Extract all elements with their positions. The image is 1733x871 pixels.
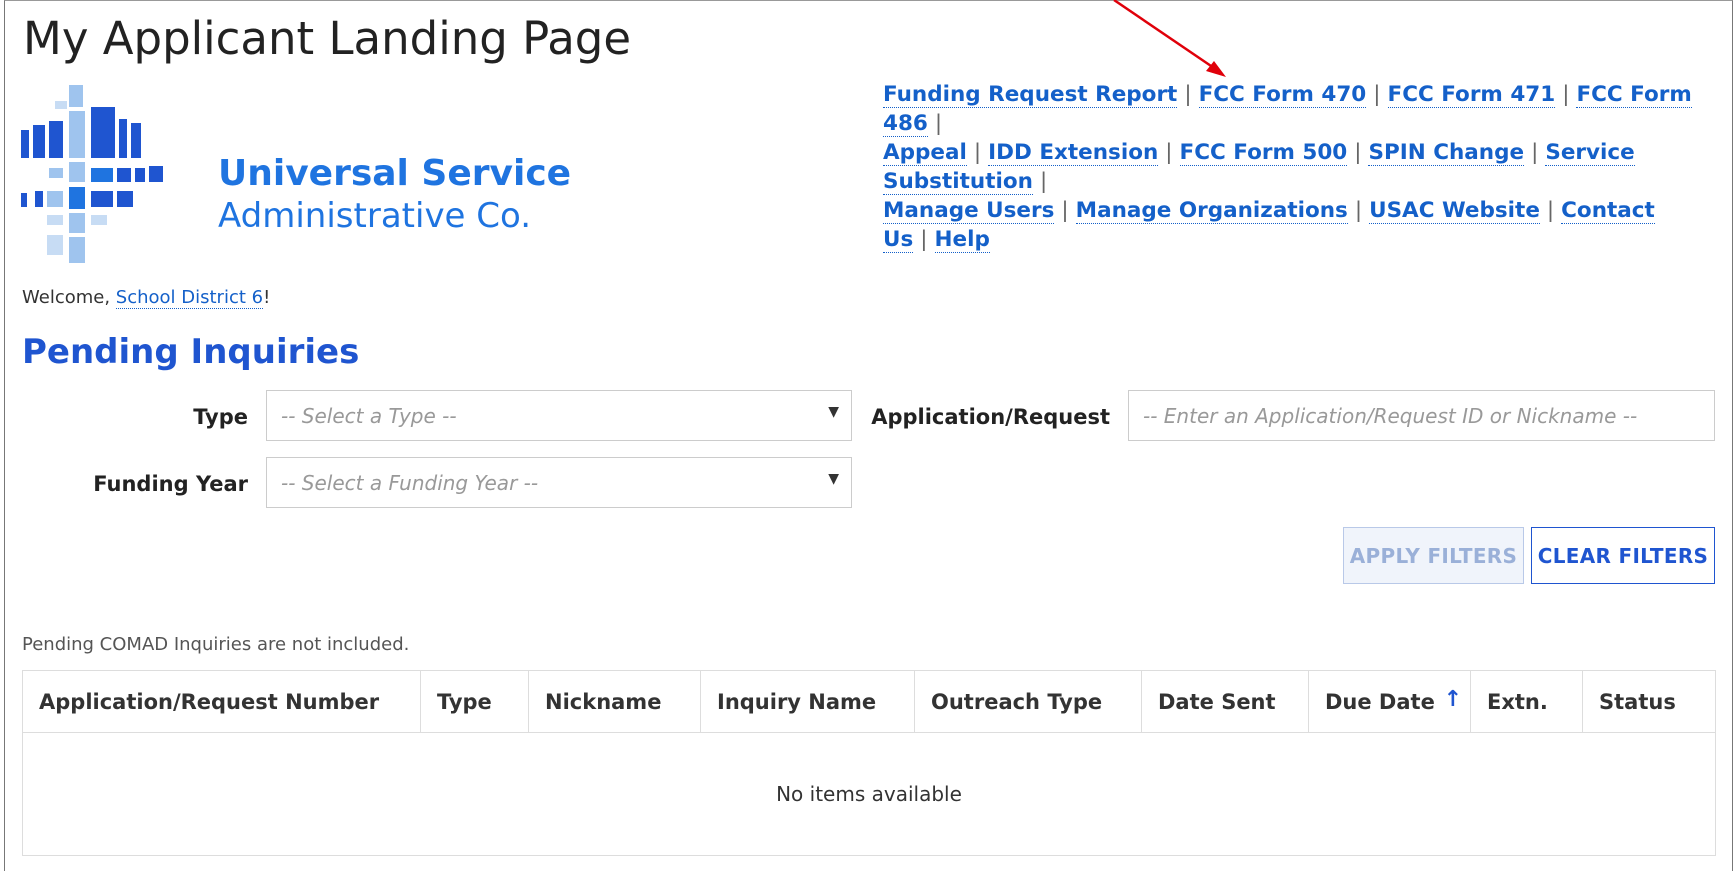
separator: | [920,227,928,252]
table-header: Application/Request Number Type Nickname… [23,671,1715,733]
welcome-suffix: ! [263,287,271,308]
link-idd-extension[interactable]: IDD Extension [988,140,1159,166]
application-request-placeholder: -- Enter an Application/Request ID or Ni… [1143,404,1638,428]
logo-text-line1: Universal Service [218,153,572,194]
separator: | [1531,140,1539,165]
column-header-date-sent[interactable]: Date Sent [1142,671,1309,733]
link-funding-request-report[interactable]: Funding Request Report [883,82,1178,108]
link-manage-users[interactable]: Manage Users [883,198,1055,224]
separator: | [1184,82,1192,107]
column-header-extn[interactable]: Extn. [1471,671,1583,733]
link-help[interactable]: Help [934,227,990,253]
separator: | [1165,140,1173,165]
logo-text-line2: Administrative Co. [218,196,532,236]
column-header-due-date[interactable]: Due Date ↑ [1309,671,1471,733]
link-fcc-form-470[interactable]: FCC Form 470 [1198,82,1367,108]
column-header-type[interactable]: Type [421,671,529,733]
clear-filters-button[interactable]: CLEAR FILTERS [1531,527,1715,584]
column-header-status[interactable]: Status [1583,671,1715,733]
welcome-message: Welcome, School District 6! [22,287,271,309]
type-select[interactable]: -- Select a Type -- ▼ [266,390,852,441]
application-request-label: Application/Request [871,405,1110,429]
column-header-nickname[interactable]: Nickname [529,671,701,733]
column-header-inquiry-name[interactable]: Inquiry Name [701,671,915,733]
inquiries-table: Application/Request Number Type Nickname… [22,670,1716,856]
page-title: My Applicant Landing Page [23,12,632,65]
separator: | [1373,82,1381,107]
arrow-up-icon: ↑ [1443,687,1462,712]
usac-logo: Universal Service Administrative Co. [21,85,571,270]
type-placeholder: -- Select a Type -- [281,404,457,428]
separator: | [1546,198,1555,223]
column-header-outreach-type[interactable]: Outreach Type [915,671,1142,733]
separator: | [1354,198,1363,223]
separator: | [934,111,943,136]
top-nav-links: Funding Request Report | FCC Form 470 | FCC … [883,80,1718,254]
organization-link[interactable]: School District 6 [115,287,264,309]
link-spin-change[interactable]: SPIN Change [1368,140,1525,166]
funding-year-select[interactable]: -- Select a Funding Year -- ▼ [266,457,852,508]
apply-filters-button[interactable]: APPLY FILTERS [1343,527,1524,584]
caret-down-icon: ▼ [828,404,839,420]
separator: | [1039,169,1048,194]
separator: | [973,140,982,165]
due-date-label: Due Date [1325,690,1435,714]
link-manage-organizations[interactable]: Manage Organizations [1075,198,1348,224]
link-fcc-form-471[interactable]: FCC Form 471 [1387,82,1556,108]
column-header-application-request-number[interactable]: Application/Request Number [23,671,421,733]
funding-year-label: Funding Year [93,472,248,496]
annotation-arrow [1113,0,1226,77]
link-appeal[interactable]: Appeal [883,140,967,166]
separator: | [1061,198,1069,223]
welcome-prefix: Welcome, [22,287,116,308]
section-title: Pending Inquiries [22,332,360,372]
separator: | [1354,140,1362,165]
comad-note: Pending COMAD Inquiries are not included… [22,634,410,655]
link-usac-website[interactable]: USAC Website [1369,198,1540,224]
funding-year-placeholder: -- Select a Funding Year -- [281,471,539,495]
empty-message: No items available [776,782,962,806]
link-fcc-form-500[interactable]: FCC Form 500 [1179,140,1348,166]
type-label: Type [193,405,248,429]
separator: | [1562,82,1570,107]
application-request-input[interactable]: -- Enter an Application/Request ID or Ni… [1128,390,1715,441]
logo-mark-icon [21,85,163,263]
caret-down-icon: ▼ [828,471,839,487]
